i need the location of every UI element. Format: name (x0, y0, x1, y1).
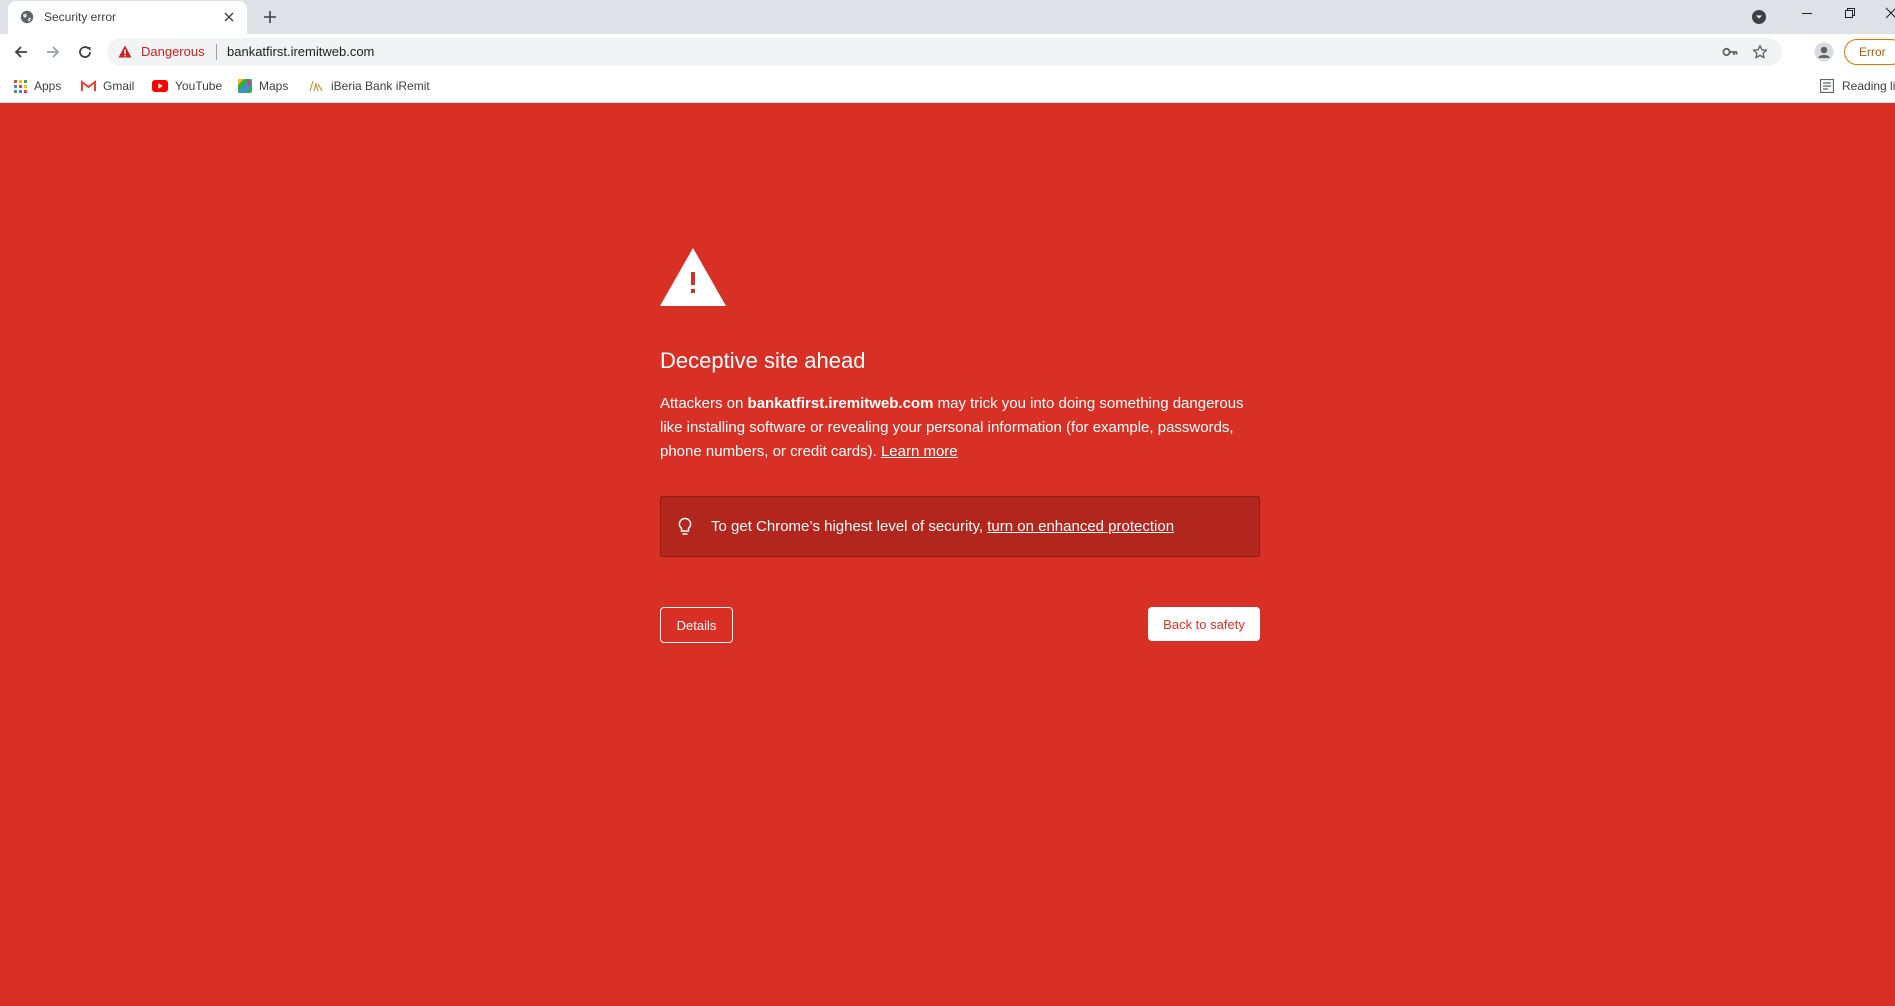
bookmark-apps[interactable]: Apps (14, 76, 61, 96)
globe-icon (20, 10, 34, 24)
dangerous-host: bankatfirst.iremitweb.com (747, 395, 934, 412)
profile-error-chip[interactable]: Error (1844, 39, 1895, 65)
new-tab-icon[interactable] (260, 7, 280, 27)
error-chip-label: Error (1859, 45, 1886, 59)
bookmark-star-icon[interactable] (1752, 44, 1768, 60)
bookmark-gmail[interactable]: Gmail (81, 76, 134, 96)
address-separator (216, 44, 217, 60)
maps-icon (238, 79, 252, 93)
reading-list-label: Reading li (1842, 79, 1895, 93)
reading-list-icon (1820, 79, 1834, 93)
lightbulb-icon (678, 517, 692, 535)
profile-avatar-icon[interactable] (1814, 42, 1834, 62)
bookmark-iberia-bank[interactable]: iBeria Bank iRemit (308, 76, 430, 96)
tab-title: Security error (44, 10, 117, 24)
apps-grid-icon (14, 79, 27, 93)
bookmark-label: iBeria Bank iRemit (331, 79, 430, 93)
gmail-icon (81, 80, 96, 91)
reading-list-button[interactable]: Reading li (1820, 76, 1895, 96)
back-to-safety-button[interactable]: Back to safety (1148, 607, 1260, 641)
tip-text: To get Chrome’s highest level of securit… (711, 518, 1174, 535)
close-window-icon[interactable] (1884, 6, 1895, 20)
close-tab-icon[interactable] (221, 9, 237, 25)
address-bar[interactable]: Dangerous bankatfirst.iremitweb.com (107, 38, 1782, 66)
bookmark-label: Apps (34, 79, 62, 93)
page-heading: Deceptive site ahead (660, 348, 866, 373)
details-button[interactable]: Details (660, 607, 733, 643)
warning-triangle-icon (660, 248, 726, 306)
active-tab[interactable]: Security error (8, 1, 247, 34)
browser-toolbar: Dangerous bankatfirst.iremitweb.com Erro… (0, 34, 1895, 70)
enhanced-protection-link[interactable]: turn on enhanced protection (987, 518, 1174, 535)
bookmark-label: Maps (259, 79, 289, 93)
warning-triangle-icon[interactable] (118, 45, 132, 58)
restore-icon[interactable] (1843, 6, 1857, 20)
url-text[interactable]: bankatfirst.iremitweb.com (227, 44, 374, 59)
learn-more-link[interactable]: Learn more (881, 443, 958, 460)
bookmark-label: YouTube (175, 79, 223, 93)
tab-strip: Security error (0, 0, 1895, 34)
bookmarks-bar: Apps Gmail YouTube Maps iBeria Bank iRem… (0, 70, 1895, 103)
forward-arrow-icon[interactable] (43, 42, 63, 62)
security-interstitial: Deceptive site ahead Attackers on bankat… (0, 103, 1895, 1006)
key-icon[interactable] (1722, 45, 1738, 59)
bookmark-youtube[interactable]: YouTube (152, 76, 222, 96)
warning-description: Attackers on bankatfirst.iremitweb.com m… (660, 392, 1260, 464)
description-prefix: Attackers on (660, 395, 748, 412)
enhanced-protection-tip: To get Chrome’s highest level of securit… (660, 496, 1260, 557)
reload-icon[interactable] (75, 42, 95, 62)
youtube-icon (152, 80, 168, 92)
bookmark-maps[interactable]: Maps (238, 76, 288, 96)
back-arrow-icon[interactable] (11, 42, 31, 62)
security-status-label[interactable]: Dangerous (141, 44, 205, 59)
tab-search-icon[interactable] (1751, 9, 1767, 25)
bookmark-label: Gmail (103, 79, 135, 93)
iberia-bank-icon (309, 80, 323, 92)
minimize-icon[interactable] (1800, 6, 1814, 20)
tip-prefix: To get Chrome’s highest level of securit… (711, 518, 988, 535)
